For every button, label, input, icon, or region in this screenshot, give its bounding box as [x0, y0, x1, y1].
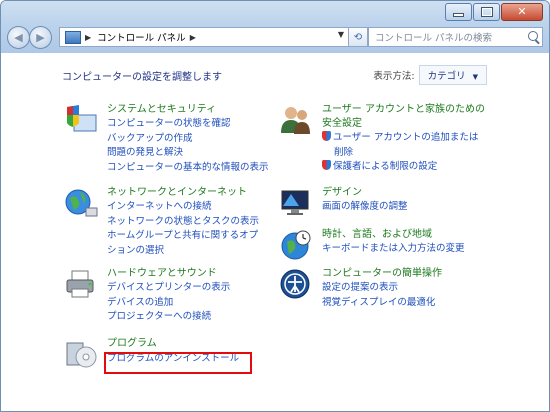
minimize-icon	[453, 13, 464, 17]
address-bar[interactable]: ▶ コントロール パネル ▶ ▼	[59, 27, 349, 47]
content-area: コンピューターの設定を調整します 表示方法: カテゴリ ▼ システムとセキュリテ…	[1, 53, 549, 411]
category-title[interactable]: ユーザー アカウントと家族のための	[322, 103, 522, 117]
category-title[interactable]: ネットワークとインターネット	[107, 186, 287, 200]
link-check-status[interactable]: コンピューターの状態を確認	[107, 117, 287, 132]
navigation-bar: ◀ ▶ ▶ コントロール パネル ▶ ▼ ⟲ コントロール パネルの検索	[7, 26, 543, 49]
user-accounts-icon	[281, 107, 310, 134]
maximize-icon	[480, 7, 493, 17]
page-title: コンピューターの設定を調整します	[62, 72, 222, 83]
category-title[interactable]: コンピューターの簡単操作	[322, 267, 502, 281]
link-add-device[interactable]: デバイスの追加	[107, 296, 287, 311]
uac-shield-icon	[322, 131, 331, 141]
category-title[interactable]: 時計、言語、および地域	[322, 228, 502, 242]
category-title[interactable]: ハードウェアとサウンド	[107, 267, 287, 281]
link-connect-internet[interactable]: インターネットへの接続	[107, 200, 287, 215]
category-title[interactable]: プログラム	[107, 337, 287, 351]
maximize-button[interactable]	[473, 3, 500, 21]
highlight-box	[104, 352, 252, 374]
close-button[interactable]: ✕	[501, 3, 543, 21]
security-shield-icon	[67, 105, 97, 132]
category-title[interactable]: システムとセキュリティ	[107, 103, 287, 117]
window-chrome: ✕ ◀ ▶ ▶ コントロール パネル ▶ ▼ ⟲ コントロール パネルの検索	[1, 1, 549, 53]
link-homegroup-cont[interactable]: ションの選択	[107, 244, 287, 259]
clock-globe-icon	[281, 230, 311, 260]
link-connect-projector[interactable]: プロジェクターへの接続	[107, 310, 287, 325]
view-by-value: カテゴリ	[427, 71, 466, 82]
network-globe-icon	[65, 189, 98, 217]
back-button[interactable]: ◀	[7, 26, 30, 49]
programs-icon	[66, 342, 97, 368]
control-panel-window: ✕ ◀ ▶ ▶ コントロール パネル ▶ ▼ ⟲ コントロール パネルの検索 コ…	[0, 0, 550, 412]
address-dropdown-icon[interactable]: ▼	[338, 30, 344, 39]
control-panel-icon	[65, 30, 81, 44]
view-by-dropdown[interactable]: カテゴリ ▼	[418, 65, 487, 85]
forward-arrow-icon: ▶	[36, 31, 45, 44]
link-parental-controls[interactable]: 保護者による制限の設定	[322, 160, 522, 175]
link-devices-printers[interactable]: デバイスとプリンターの表示	[107, 281, 287, 296]
link-homegroup[interactable]: ホームグループと共有に関するオプ	[107, 229, 287, 244]
printer-icon	[66, 270, 94, 298]
category-title[interactable]: デザイン	[322, 186, 502, 200]
link-backup[interactable]: バックアップの作成	[107, 132, 287, 147]
search-box[interactable]: コントロール パネルの検索	[368, 27, 543, 47]
minimize-button[interactable]	[445, 3, 472, 21]
link-troubleshoot[interactable]: 問題の発見と解決	[107, 146, 287, 161]
uac-shield-icon	[322, 160, 331, 170]
caption-buttons: ✕	[444, 3, 543, 21]
link-add-remove-accounts[interactable]: ユーザー アカウントの追加または	[322, 131, 522, 146]
link-optimize-display[interactable]: 視覚ディスプレイの最適化	[322, 296, 502, 311]
breadcrumb-separator-icon: ▶	[85, 32, 92, 42]
forward-button[interactable]: ▶	[29, 26, 52, 49]
view-by-control: 表示方法: カテゴリ ▼	[373, 65, 487, 85]
link-add-remove-accounts-cont[interactable]: 削除	[322, 146, 522, 161]
chevron-down-icon: ▼	[472, 73, 478, 81]
breadcrumb-control-panel[interactable]: コントロール パネル	[97, 30, 186, 44]
search-icon[interactable]	[528, 31, 538, 41]
refresh-icon: ⟲	[353, 31, 363, 43]
link-change-keyboard[interactable]: キーボードまたは入力方法の変更	[322, 242, 502, 257]
link-system-info[interactable]: コンピューターの基本的な情報の表示	[107, 161, 287, 176]
view-by-label: 表示方法:	[373, 71, 415, 82]
back-arrow-icon: ◀	[14, 31, 23, 44]
link-adjust-resolution[interactable]: 画面の解像度の調整	[322, 200, 502, 215]
ease-of-access-icon	[280, 269, 310, 299]
close-icon: ✕	[517, 5, 527, 18]
link-suggested-settings[interactable]: 設定の提案の表示	[322, 281, 502, 296]
link-network-status[interactable]: ネットワークの状態とタスクの表示	[107, 215, 287, 230]
category-title-line2[interactable]: 安全設定	[322, 117, 522, 131]
refresh-button[interactable]: ⟲	[348, 27, 368, 47]
search-placeholder: コントロール パネルの検索	[375, 33, 493, 44]
appearance-monitor-icon	[281, 190, 309, 215]
breadcrumb-chevron-icon[interactable]: ▶	[190, 33, 196, 42]
